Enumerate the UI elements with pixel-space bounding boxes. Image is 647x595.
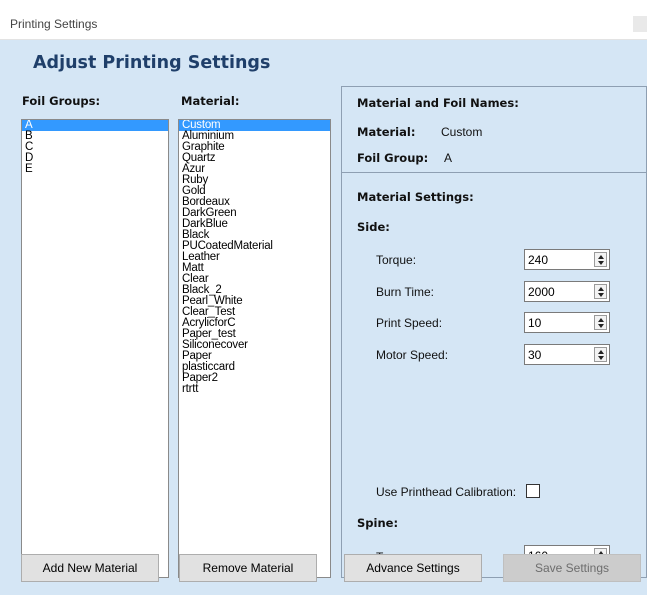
print-speed-value[interactable]: 10 [528, 316, 541, 330]
spin-arrows-icon[interactable] [594, 252, 607, 267]
material-list[interactable]: Custom Aluminium Graphite Quartz Azur Ruby Gol… [178, 119, 331, 578]
torque-label: Torque: [376, 253, 417, 267]
foil-group-list-item[interactable]: C [22, 141, 168, 153]
print-speed-spinner[interactable]: 10 [524, 312, 610, 333]
window-title: Printing Settings [10, 17, 98, 31]
spine-section-label: Spine: [357, 516, 399, 530]
motor-speed-label: Motor Speed: [376, 348, 449, 362]
foil-group-name-label: Foil Group: [357, 151, 429, 165]
print-speed-label: Print Speed: [376, 316, 443, 330]
advance-settings-button[interactable]: Advance Settings [344, 554, 482, 582]
burn-time-label: Burn Time: [376, 285, 435, 299]
burn-time-spinner[interactable]: 2000 [524, 281, 610, 302]
printhead-calibration-checkbox[interactable] [526, 484, 540, 498]
burn-time-value[interactable]: 2000 [528, 285, 555, 299]
printhead-calibration-label: Use Printhead Calibration: [376, 485, 517, 499]
torque-spinner[interactable]: 240 [524, 249, 610, 270]
material-label: Material: [181, 94, 240, 108]
foil-groups-list[interactable]: ABCDE [21, 119, 169, 578]
motor-speed-value[interactable]: 30 [528, 348, 541, 362]
title-bar: Printing Settings [0, 8, 647, 40]
spin-arrows-icon[interactable] [594, 284, 607, 299]
motor-speed-spinner[interactable]: 30 [524, 344, 610, 365]
names-panel: Material and Foil Names: Material: Custo… [341, 86, 647, 173]
add-new-material-button[interactable]: Add New Material [21, 554, 159, 582]
material-name-label: Material: [357, 125, 416, 139]
foil-group-list-item[interactable]: A [22, 120, 168, 131]
spin-arrows-icon[interactable] [594, 347, 607, 362]
side-section-label: Side: [357, 220, 390, 234]
foil-group-list-item[interactable]: D [22, 152, 168, 164]
foil-group-list-item[interactable]: B [22, 130, 168, 142]
spin-arrows-icon[interactable] [594, 315, 607, 330]
page-title: Adjust Printing Settings [33, 53, 271, 73]
foil-groups-label: Foil Groups: [22, 94, 101, 108]
material-list-item[interactable]: rtrtt [179, 383, 330, 395]
save-settings-button[interactable]: Save Settings [503, 554, 641, 582]
material-list-item[interactable]: Paper2 [179, 372, 330, 384]
dialog-client-area: Adjust Printing Settings Foil Groups: Ma… [0, 40, 647, 595]
material-name-value: Custom [441, 125, 483, 139]
torque-value[interactable]: 240 [528, 253, 548, 267]
foil-group-name-value: A [444, 151, 453, 165]
window-control-button[interactable] [633, 16, 647, 32]
names-panel-title: Material and Foil Names: [357, 96, 519, 110]
material-settings-panel: Material Settings: Side: Torque: 240 Bur… [341, 172, 647, 578]
remove-material-button[interactable]: Remove Material [179, 554, 317, 582]
material-settings-title: Material Settings: [357, 190, 474, 204]
foil-group-list-item[interactable]: E [22, 163, 168, 175]
